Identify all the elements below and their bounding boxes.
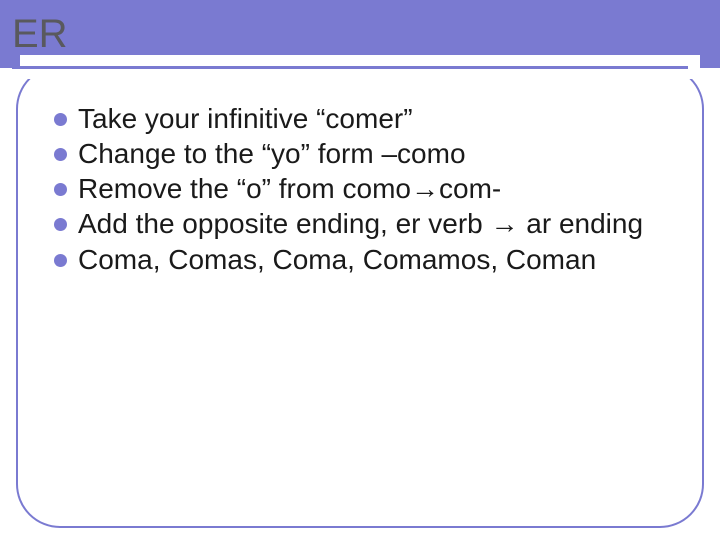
list-item: Remove the “o” from como→com- (54, 172, 678, 206)
bullet-icon (54, 218, 67, 231)
slide-title: ER (12, 12, 68, 57)
bullet-text: Add the opposite ending, er verb → ar en… (78, 208, 643, 239)
bullet-icon (54, 148, 67, 161)
title-underline (12, 66, 688, 69)
bullet-text: Take your infinitive “comer” (78, 103, 413, 134)
list-item: Take your infinitive “comer” (54, 102, 678, 136)
list-item: Change to the “yo” form –como (54, 137, 678, 171)
bullet-icon (54, 113, 67, 126)
bullet-text: Change to the “yo” form –como (78, 138, 466, 169)
bullet-text: Coma, Comas, Coma, Comamos, Coman (78, 244, 596, 275)
list-item: Coma, Comas, Coma, Comamos, Coman (54, 243, 678, 277)
bullet-list: Take your infinitive “comer” Change to t… (54, 102, 678, 278)
bullet-icon (54, 254, 67, 267)
bullet-text: Remove the “o” from como→com- (78, 173, 501, 204)
list-item: Add the opposite ending, er verb → ar en… (54, 207, 678, 241)
bullet-icon (54, 183, 67, 196)
